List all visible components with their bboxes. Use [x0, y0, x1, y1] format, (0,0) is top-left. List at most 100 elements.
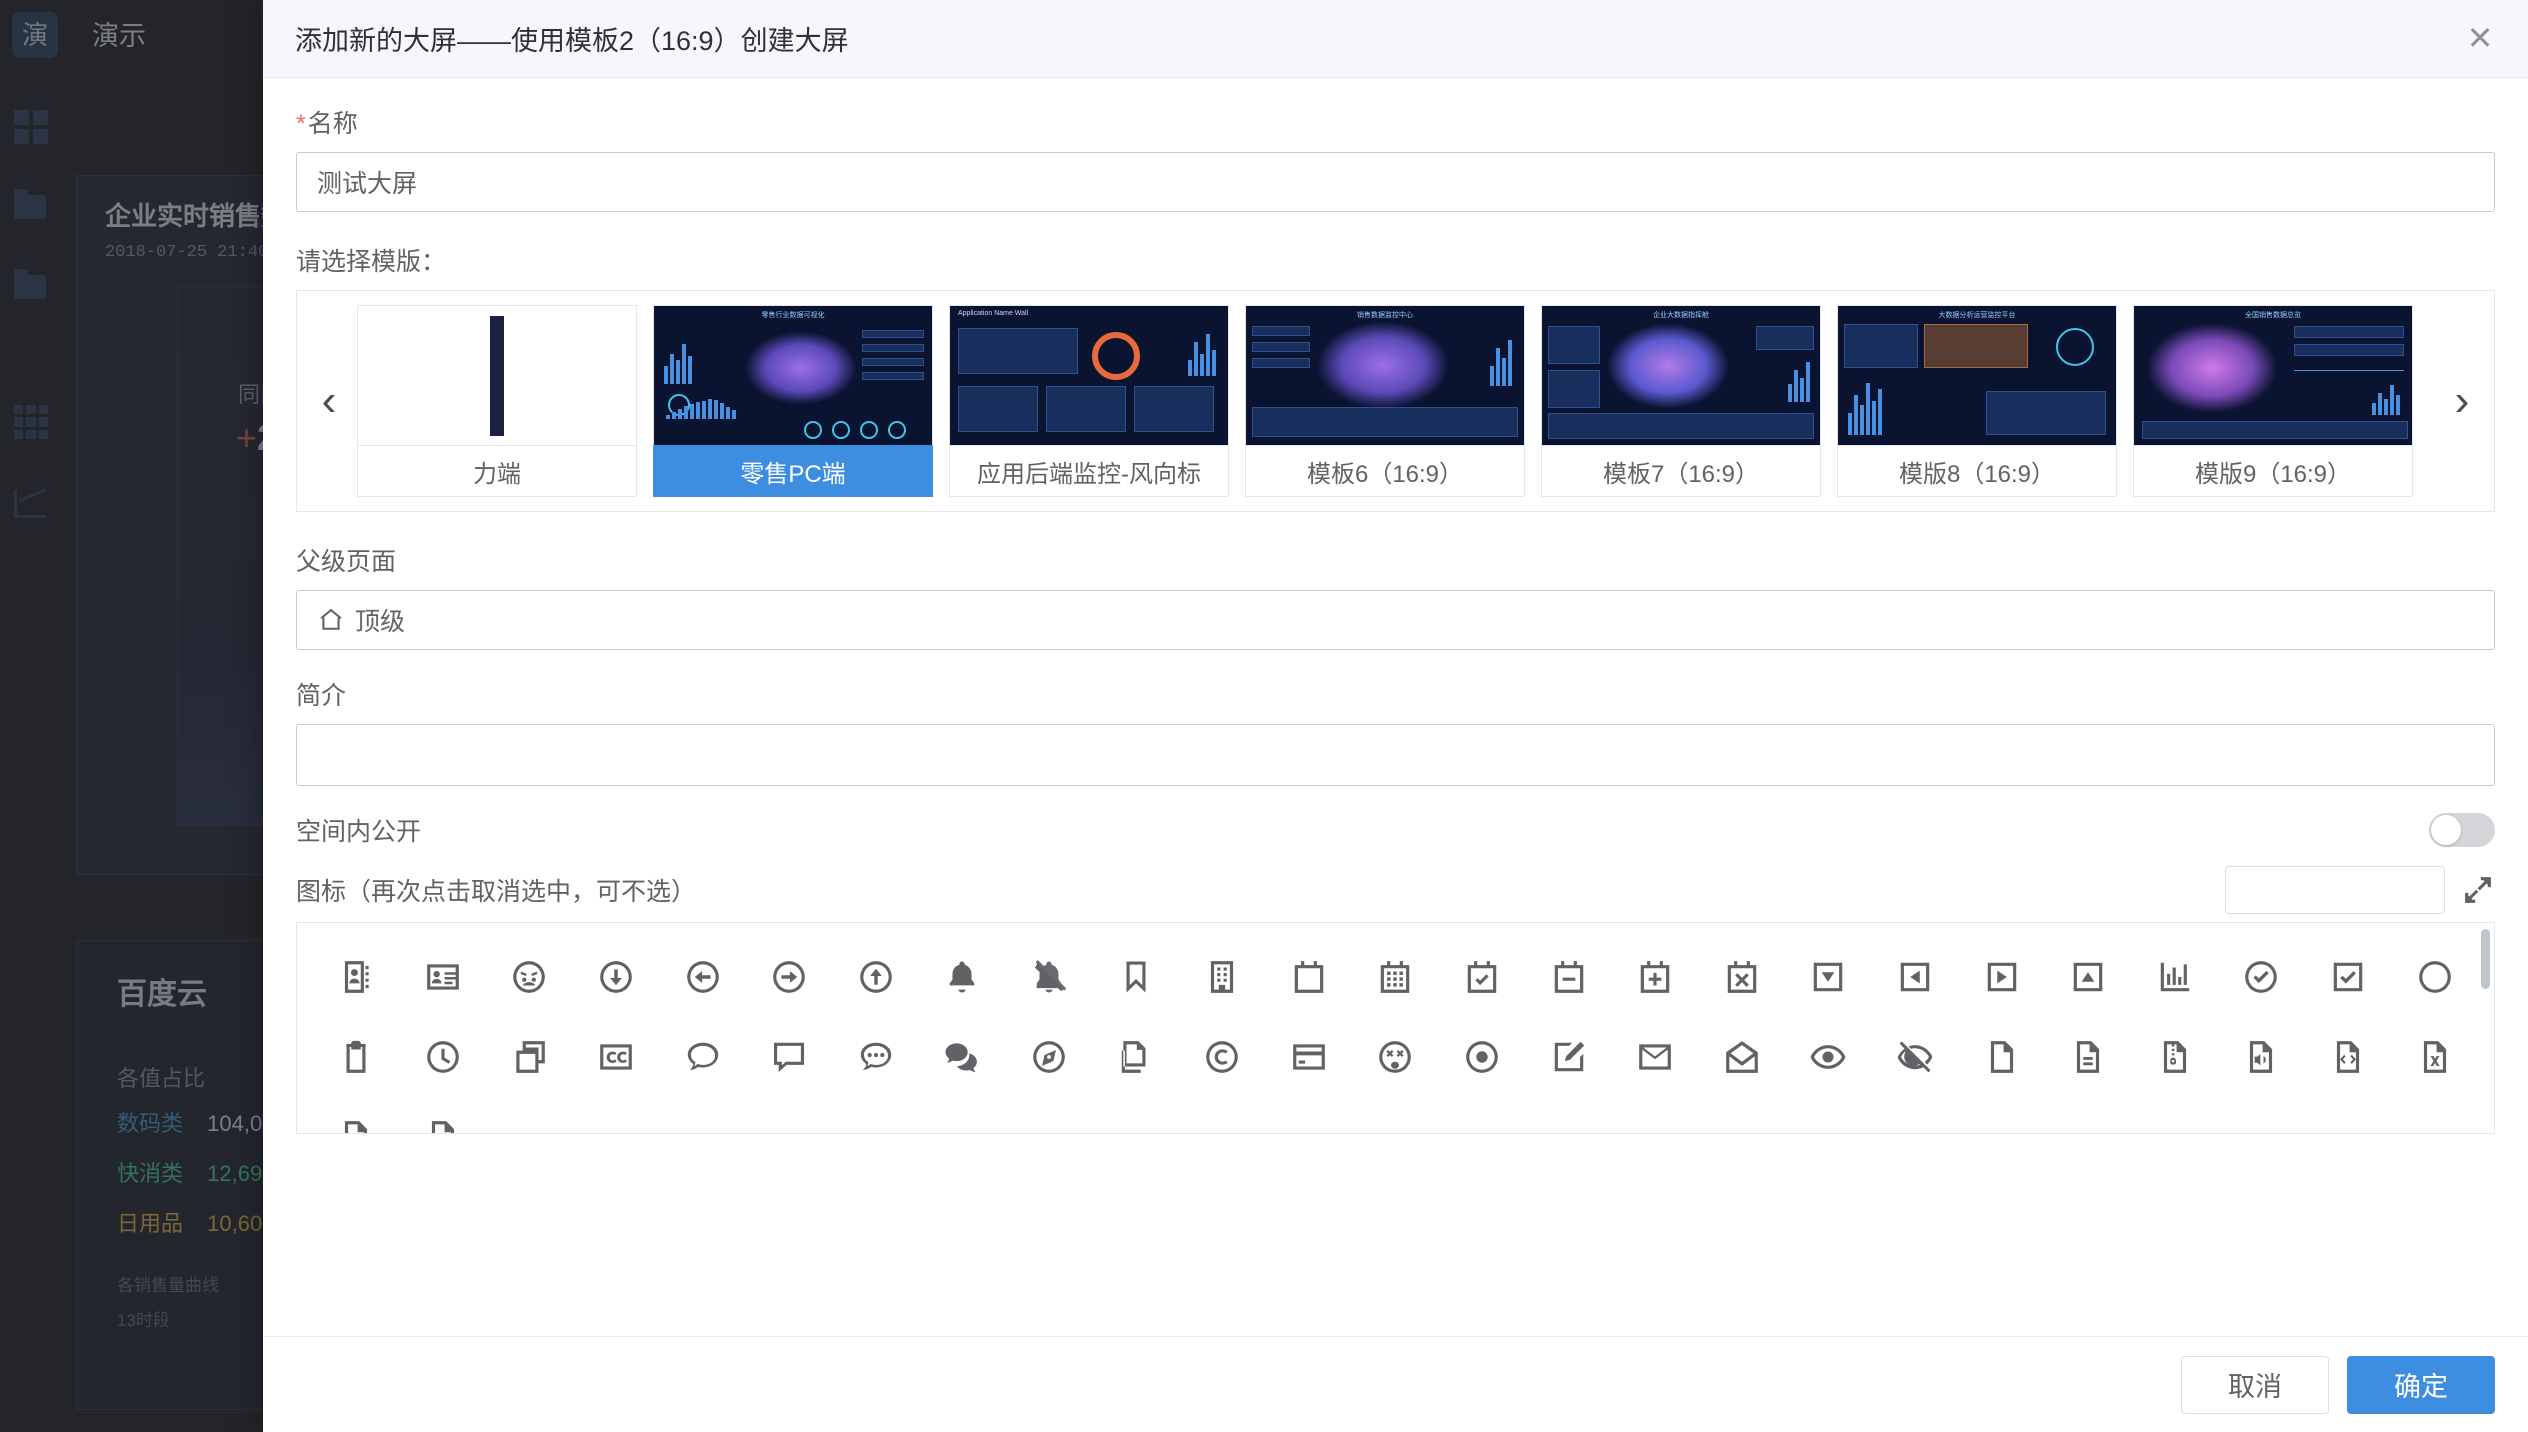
caret-square-down-icon[interactable] [1785, 937, 1872, 1017]
calendar-times-icon[interactable] [1699, 937, 1786, 1017]
circle-icon[interactable] [2391, 937, 2478, 1017]
comment-icon[interactable] [659, 1017, 746, 1097]
credit-card-icon[interactable] [1266, 1017, 1353, 1097]
parent-page-value: 顶级 [355, 608, 406, 636]
expand-icon[interactable] [2461, 873, 2495, 907]
required-mark: * [296, 110, 306, 138]
calendar-minus-icon[interactable] [1525, 937, 1612, 1017]
description-label: 简介 [296, 682, 347, 710]
dialog-body: *名称 请选择模版： ‹ 力端 零售行业数据可视化 [263, 78, 2528, 1336]
template-card-0[interactable]: 力端 [357, 305, 637, 497]
compass-icon[interactable] [1006, 1017, 1093, 1097]
file-archive-icon[interactable] [2132, 1017, 2219, 1097]
chart-bar-icon[interactable] [2132, 937, 2219, 1017]
clipboard-icon[interactable] [313, 1017, 400, 1097]
file-excel-icon[interactable] [2391, 1017, 2478, 1097]
icon-grid-container [296, 922, 2495, 1134]
copyright-icon[interactable] [1179, 1017, 1266, 1097]
dot-circle-icon[interactable] [1439, 1017, 1526, 1097]
template-label: 模板7（16:9） [1541, 445, 1821, 497]
caret-square-up-icon[interactable] [2045, 937, 2132, 1017]
carousel-next-arrow[interactable]: › [2440, 379, 2484, 423]
address-book-icon[interactable] [313, 937, 400, 1017]
template-label: 模版8（16:9） [1837, 445, 2117, 497]
template-label: 力端 [357, 445, 637, 497]
dialog-header: 添加新的大屏——使用模板2（16:9）创建大屏 ✕ [263, 0, 2528, 78]
angry-face-icon[interactable] [486, 937, 573, 1017]
dialog-title: 添加新的大屏——使用模板2（16:9）创建大屏 [295, 26, 849, 56]
arrow-circle-down-icon[interactable] [573, 937, 660, 1017]
template-card-2[interactable]: Application Name Wall 应用后端监控-风向标 [949, 305, 1229, 497]
file-image-icon[interactable] [313, 1097, 400, 1133]
comments-icon[interactable] [919, 1017, 1006, 1097]
description-input[interactable] [296, 724, 2495, 786]
dizzy-face-icon[interactable] [1352, 1017, 1439, 1097]
name-label: *名称 [296, 104, 2495, 140]
building-icon[interactable] [1179, 937, 1266, 1017]
dialog-footer: 取消 确定 [263, 1336, 2528, 1432]
template-card-1[interactable]: 零售行业数据可视化 零售PC端 [653, 305, 933, 497]
calendar-plus-icon[interactable] [1612, 937, 1699, 1017]
template-list: 力端 零售行业数据可视化 零售PC端 Application Name Wall… [351, 305, 2440, 497]
template-card-3[interactable]: 销售数据监控中心 模板6（16:9） [1245, 305, 1525, 497]
eye-slash-icon[interactable] [1872, 1017, 1959, 1097]
public-in-space-row: 空间内公开 [296, 812, 2495, 848]
envelope-open-icon[interactable] [1699, 1017, 1786, 1097]
icon-grid [297, 923, 2494, 1133]
caret-square-right-icon[interactable] [1958, 937, 2045, 1017]
icon-search-input[interactable] [2225, 866, 2445, 914]
id-card-icon[interactable] [400, 937, 487, 1017]
calendar-days-icon[interactable] [1352, 937, 1439, 1017]
file-alt-icon[interactable] [2045, 1017, 2132, 1097]
public-in-space-toggle[interactable] [2429, 813, 2495, 847]
clone-icon[interactable] [486, 1017, 573, 1097]
calendar-icon[interactable] [1266, 937, 1353, 1017]
caret-square-left-icon[interactable] [1872, 937, 1959, 1017]
description-group: 简介 [296, 676, 2495, 786]
name-input[interactable] [296, 152, 2495, 212]
arrow-circle-right-icon[interactable] [746, 937, 833, 1017]
bookmark-icon[interactable] [1092, 937, 1179, 1017]
icon-grid-scrollbar[interactable] [2481, 929, 2490, 989]
comment-alt-icon[interactable] [746, 1017, 833, 1097]
copy-icon[interactable] [1092, 1017, 1179, 1097]
confirm-button[interactable]: 确定 [2347, 1355, 2495, 1414]
file-pdf-icon[interactable] [400, 1097, 487, 1133]
template-card-6[interactable]: 全国销售数据总览 模版9（16:9） [2133, 305, 2413, 497]
add-dashboard-dialog: 添加新的大屏——使用模板2（16:9）创建大屏 ✕ *名称 请选择模版： ‹ 力… [263, 0, 2528, 1432]
template-thumbnail: 企业大数据指挥舱 [1541, 305, 1821, 445]
template-card-5[interactable]: 大数据分析运营监控平台 模版8（16:9） [1837, 305, 2117, 497]
arrow-circle-up-icon[interactable] [833, 937, 920, 1017]
template-label: 模板6（16:9） [1245, 445, 1525, 497]
template-card-4[interactable]: 企业大数据指挥舱 模板7（16:9） [1541, 305, 1821, 497]
template-thumbnail: 大数据分析运营监控平台 [1837, 305, 2117, 445]
edit-icon[interactable] [1525, 1017, 1612, 1097]
check-circle-icon[interactable] [2218, 937, 2305, 1017]
toggle-knob [2431, 815, 2461, 845]
close-icon[interactable]: ✕ [2460, 19, 2500, 59]
comment-dots-icon[interactable] [833, 1017, 920, 1097]
public-in-space-label: 空间内公开 [296, 818, 422, 846]
icon-picker-controls [2225, 866, 2495, 914]
bell-slash-icon[interactable] [1006, 937, 1093, 1017]
template-carousel: ‹ 力端 零售行业数据可视化 零售PC端 Application Name Wa… [296, 290, 2495, 512]
parent-page-group: 父级页面 顶级 [296, 542, 2495, 650]
file-icon[interactable] [1958, 1017, 2045, 1097]
cancel-button[interactable]: 取消 [2181, 1355, 2329, 1414]
name-field-group: *名称 [296, 104, 2495, 212]
bell-icon[interactable] [919, 937, 1006, 1017]
template-thumbnail: 零售行业数据可视化 [653, 305, 933, 445]
eye-icon[interactable] [1785, 1017, 1872, 1097]
file-audio-icon[interactable] [2218, 1017, 2305, 1097]
parent-page-select[interactable]: 顶级 [296, 590, 2495, 650]
envelope-icon[interactable] [1612, 1017, 1699, 1097]
icon-picker-label: 图标（再次点击取消选中，可不选） [296, 878, 697, 906]
clock-icon[interactable] [400, 1017, 487, 1097]
arrow-circle-left-icon[interactable] [659, 937, 746, 1017]
check-square-icon[interactable] [2305, 937, 2392, 1017]
calendar-check-icon[interactable] [1439, 937, 1526, 1017]
template-label: 模版9（16:9） [2133, 445, 2413, 497]
closed-captioning-icon[interactable] [573, 1017, 660, 1097]
file-code-icon[interactable] [2305, 1017, 2392, 1097]
carousel-prev-arrow[interactable]: ‹ [307, 379, 351, 423]
